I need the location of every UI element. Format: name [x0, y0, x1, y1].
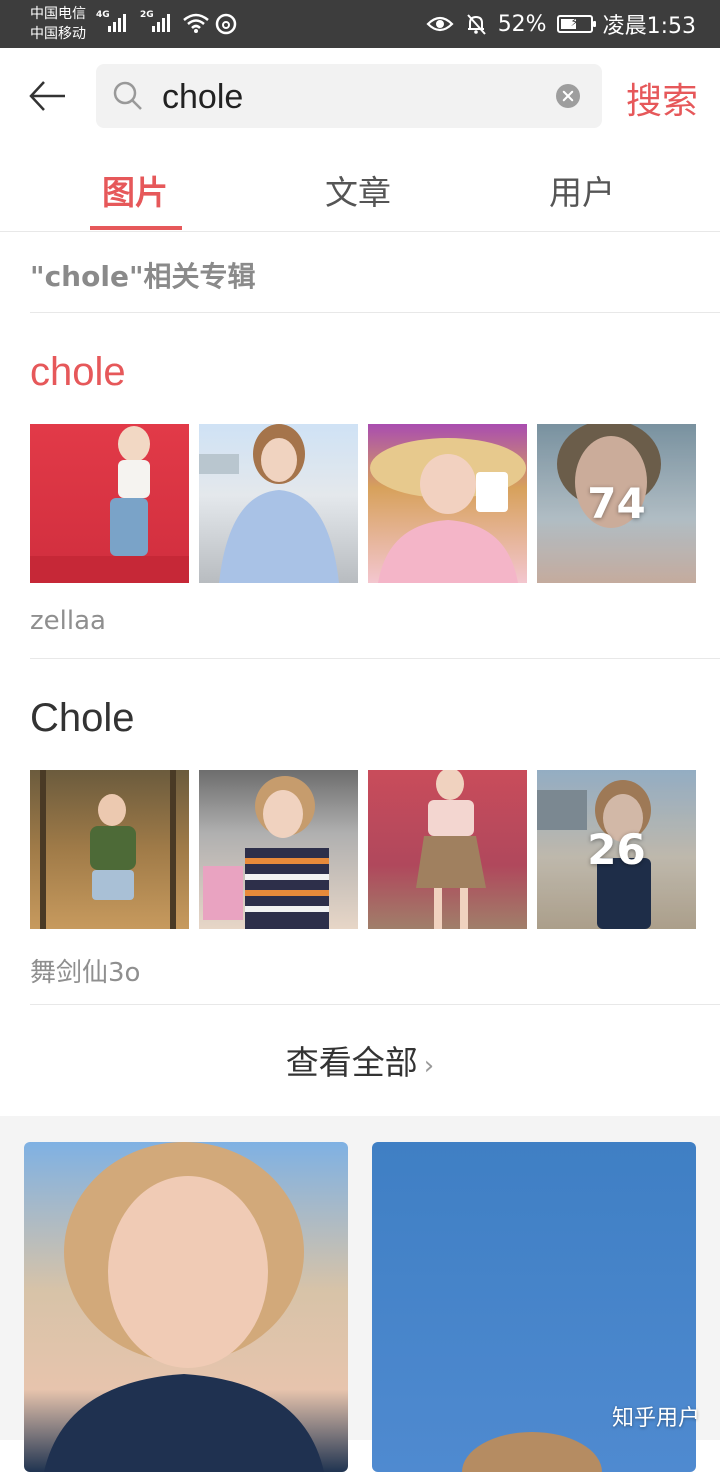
photo-person	[199, 424, 339, 583]
album-thumbnail[interactable]: 74	[537, 424, 696, 583]
clock: 凌晨1:53	[602, 14, 696, 39]
mute-bell-icon	[466, 14, 486, 35]
divider	[30, 658, 720, 659]
photo-person	[370, 438, 526, 583]
signal-icon	[108, 14, 126, 32]
album-owner[interactable]: 舞剑仙3o	[30, 952, 140, 989]
album-thumbnail[interactable]: 26	[537, 770, 696, 929]
album-title[interactable]: Chole	[30, 696, 135, 741]
image-feed	[0, 1116, 720, 1472]
active-tab-indicator	[90, 226, 182, 230]
search-box[interactable]	[96, 64, 602, 128]
photo-person	[203, 776, 329, 929]
photo-person	[30, 426, 189, 583]
related-albums-title: "chole"相关专辑	[30, 260, 256, 293]
divider	[30, 312, 720, 313]
tab-bar: 图片 文章 用户	[0, 144, 720, 232]
back-arrow-icon[interactable]	[28, 78, 68, 114]
search-button[interactable]: 搜索	[626, 72, 698, 124]
watermark: 知乎用户	[611, 1406, 700, 1431]
netease-music-icon	[215, 13, 237, 35]
signal-icon	[152, 14, 170, 32]
clear-icon[interactable]	[556, 84, 580, 108]
battery-percent: 52%	[497, 11, 547, 37]
battery-icon: ⚡	[556, 15, 596, 33]
tab-articles[interactable]: 文章	[325, 166, 391, 214]
search-icon	[113, 81, 142, 110]
album-thumbnail[interactable]	[30, 770, 189, 929]
album-thumbnails[interactable]: 74	[30, 424, 696, 583]
album-thumbnail[interactable]	[30, 424, 189, 583]
divider	[30, 1004, 720, 1005]
wifi-icon	[183, 13, 209, 33]
status-right: 52% ⚡ 凌晨1:53	[426, 0, 696, 48]
more-photos-count: 74	[537, 424, 696, 583]
tab-users[interactable]: 用户	[549, 166, 615, 214]
search-header: 搜索	[0, 48, 720, 145]
view-all-label: 查看全部	[285, 1043, 418, 1082]
more-photos-count: 26	[537, 770, 696, 929]
view-all-button[interactable]: 查看全部 ›	[0, 1036, 720, 1084]
carrier-1: 中国电信	[30, 6, 86, 22]
carrier-names: 中国电信 中国移动	[30, 4, 86, 44]
album-thumbnail[interactable]	[199, 770, 358, 929]
album-thumbnail[interactable]	[199, 424, 358, 583]
album-owner[interactable]: zellaa	[30, 606, 106, 636]
album-thumbnails[interactable]: 26	[30, 770, 696, 929]
search-input[interactable]	[160, 72, 544, 122]
photo-person	[44, 1142, 324, 1472]
album-title[interactable]: chole	[30, 350, 126, 395]
album-thumbnail[interactable]	[368, 424, 527, 583]
album-thumbnail[interactable]	[368, 770, 527, 929]
photo-person	[416, 770, 486, 929]
tab-images[interactable]: 图片	[102, 166, 168, 214]
feed-image-card[interactable]	[24, 1142, 348, 1472]
chevron-right-icon: ›	[423, 1051, 435, 1081]
eye-comfort-icon	[426, 16, 454, 32]
status-bar: 中国电信 中国移动 4G 2G 52% ⚡ 凌晨1:53	[0, 0, 720, 48]
photo-person	[40, 770, 176, 929]
carrier-2: 中国移动	[30, 26, 86, 42]
